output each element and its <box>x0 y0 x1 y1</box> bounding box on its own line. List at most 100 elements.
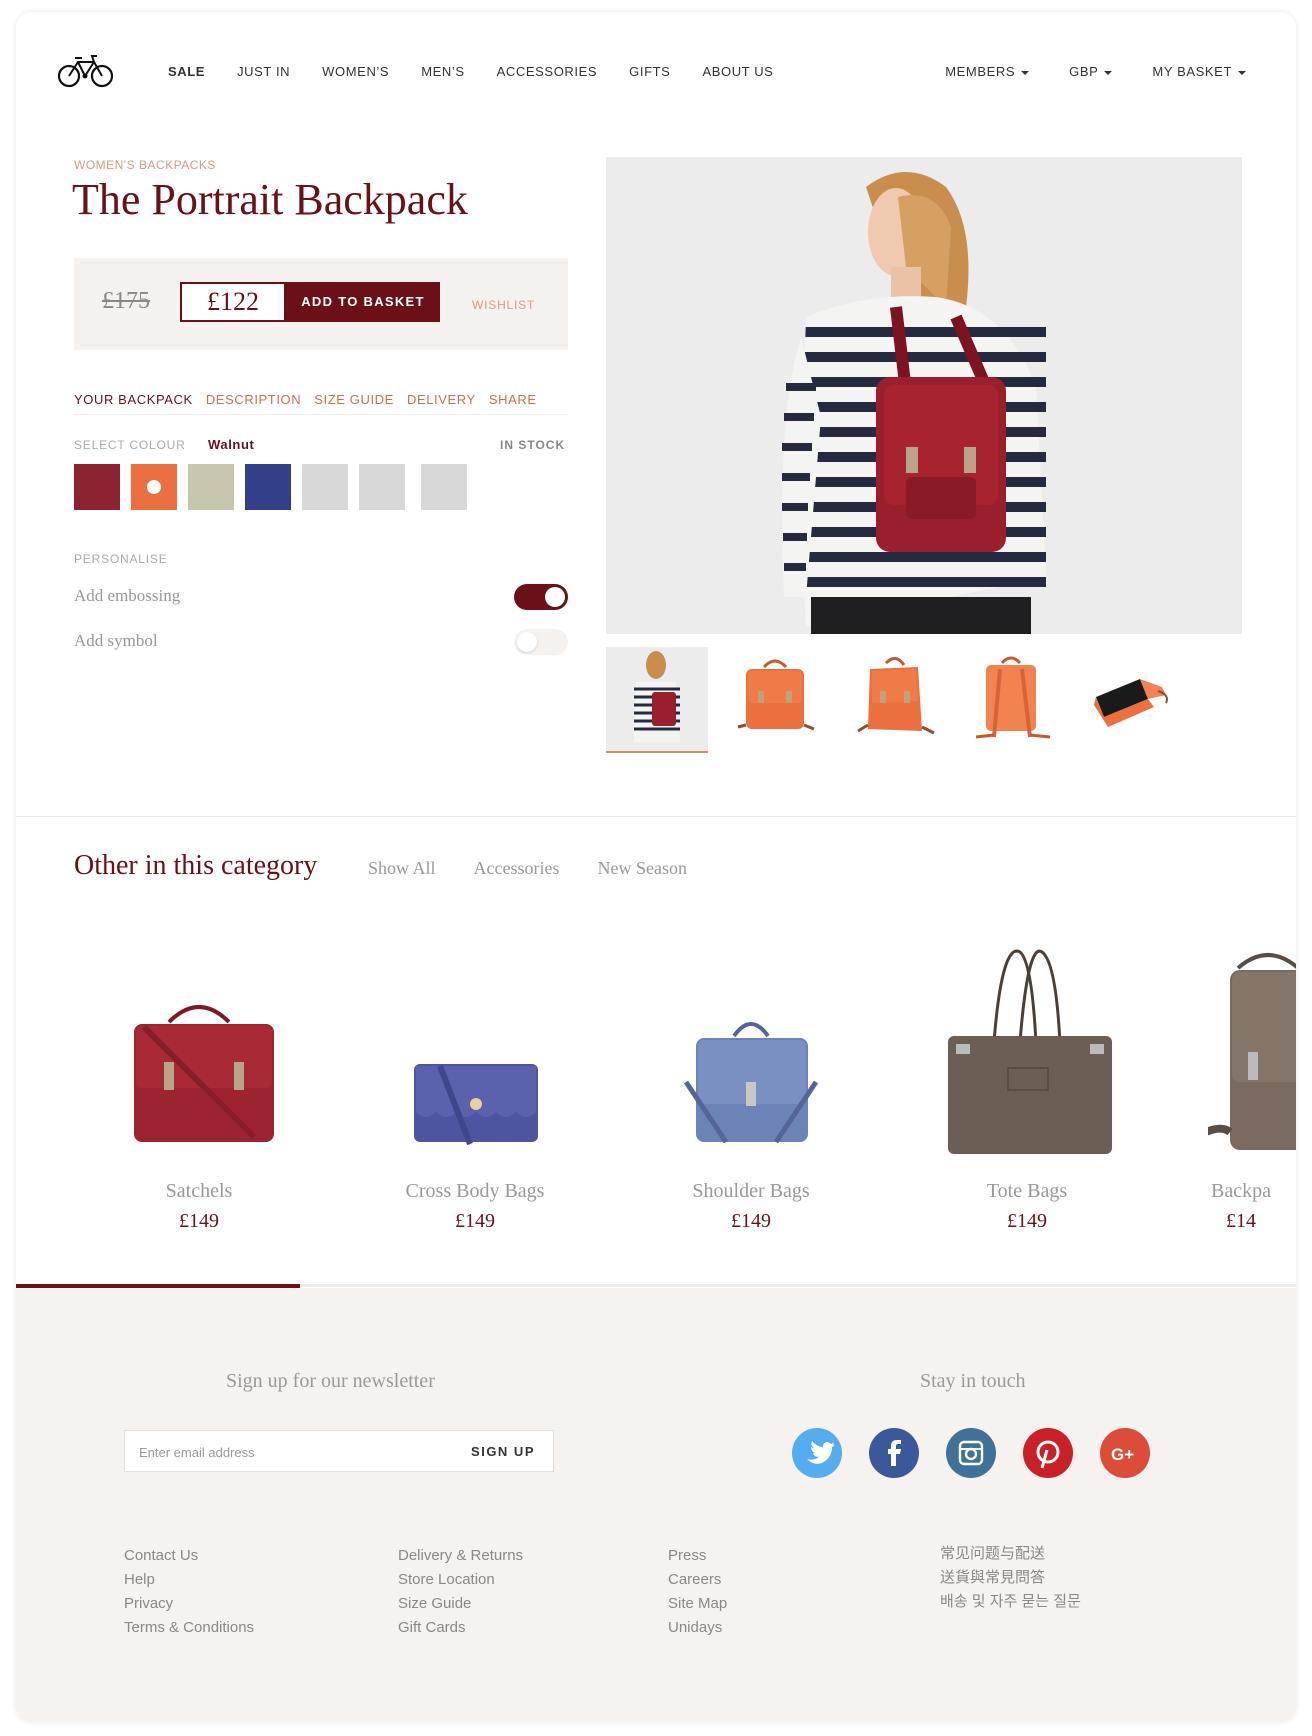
category-filters: Show All Accessories New Season <box>368 858 687 879</box>
product-price: £149 <box>731 1210 771 1232</box>
footer-link-privacy[interactable]: Privacy <box>124 1592 254 1616</box>
nav-about-us[interactable]: ABOUT US <box>702 64 773 79</box>
tab-share[interactable]: SHARE <box>489 392 537 407</box>
colour-swatch[interactable] <box>74 464 120 510</box>
main-nav: SALE JUST IN WOMEN’S MEN’S ACCESSORIES G… <box>168 64 773 79</box>
footer-link-faq-simplified-chinese[interactable]: 常见问题与配送 <box>940 1542 1081 1566</box>
stock-status: IN STOCK <box>500 438 566 452</box>
sign-up-button[interactable]: SIGN UP <box>471 1444 535 1459</box>
selected-dot-icon <box>147 480 161 494</box>
members-dropdown[interactable]: MEMBERS <box>945 64 1030 79</box>
tab-your-backpack[interactable]: YOUR BACKPACK <box>74 392 193 407</box>
tabs-divider <box>74 414 568 415</box>
footer-link-faq-korean[interactable]: 배송 및 자주 묻는 질문 <box>940 1590 1081 1614</box>
product-price: £149 <box>179 1210 219 1232</box>
email-input[interactable] <box>137 1441 441 1463</box>
thumbnail-orange-angle[interactable] <box>842 647 944 751</box>
page-title: The Portrait Backpack <box>72 175 468 224</box>
thumbnail-orange-front[interactable] <box>724 647 826 751</box>
section-divider <box>16 816 1296 817</box>
price-box: £175 £122 ADD TO BASKET WISHLIST <box>74 258 568 350</box>
product-name: Shoulder Bags <box>692 1180 810 1202</box>
embossing-toggle[interactable] <box>514 584 568 610</box>
footer-link-unidays[interactable]: Unidays <box>668 1616 727 1640</box>
personalise-label: PERSONALISE <box>74 552 168 566</box>
backpack-image <box>1208 953 1296 1150</box>
colour-swatch[interactable] <box>302 464 348 510</box>
footer-link-faq-traditional-chinese[interactable]: 送貨與常見問答 <box>940 1566 1081 1590</box>
select-colour-label: SELECT COLOUR <box>74 438 186 452</box>
footer-link-gift-cards[interactable]: Gift Cards <box>398 1616 523 1640</box>
footer-link-site-map[interactable]: Site Map <box>668 1592 727 1616</box>
product-tabs: YOUR BACKPACK DESCRIPTION SIZE GUIDE DEL… <box>74 392 537 407</box>
add-to-basket-button[interactable]: ADD TO BASKET <box>286 282 440 322</box>
breadcrumb-category[interactable]: WOMEN'S BACKPACKS <box>74 158 216 172</box>
footer-link-delivery-returns[interactable]: Delivery & Returns <box>398 1544 523 1568</box>
thumbnail-orange-back[interactable] <box>960 647 1062 751</box>
nav-gifts[interactable]: GIFTS <box>629 64 670 79</box>
nav-sale[interactable]: SALE <box>168 64 205 79</box>
add-embossing-label: Add embossing <box>74 586 181 605</box>
colour-swatch[interactable] <box>188 464 234 510</box>
cross-body-bag-image <box>414 1064 538 1146</box>
footer-link-contact-us[interactable]: Contact Us <box>124 1544 254 1568</box>
filter-accessories[interactable]: Accessories <box>474 858 560 879</box>
instagram-icon[interactable] <box>946 1428 996 1478</box>
tab-delivery[interactable]: DELIVERY <box>407 392 476 407</box>
svg-text:G+: G+ <box>1111 1445 1134 1464</box>
footer: Sign up for our newsletter Stay in touch… <box>16 1288 1296 1722</box>
nav-womens[interactable]: WOMEN’S <box>322 64 389 79</box>
thumbnail-orange-open[interactable] <box>1078 647 1180 751</box>
nav-just-in[interactable]: JUST IN <box>237 64 290 79</box>
google-plus-icon[interactable]: G+ <box>1100 1428 1150 1478</box>
colour-swatch[interactable] <box>421 464 467 510</box>
symbol-toggle[interactable] <box>514 629 568 655</box>
thumbnail-model[interactable] <box>606 647 708 753</box>
footer-link-size-guide[interactable]: Size Guide <box>398 1592 523 1616</box>
product-card-satchels[interactable]: Satchels £149 <box>104 932 294 1252</box>
filter-show-all[interactable]: Show All <box>368 858 436 879</box>
product-name: Tote Bags <box>986 1180 1068 1202</box>
bicycle-logo-icon[interactable] <box>56 50 116 90</box>
members-label: MEMBERS <box>945 64 1016 79</box>
colour-swatch[interactable] <box>245 464 291 510</box>
toggle-knob <box>517 632 537 652</box>
pinterest-icon[interactable] <box>1023 1428 1073 1478</box>
product-hero-image[interactable] <box>606 157 1242 634</box>
product-card-tote-bags[interactable]: Tote Bags £149 <box>932 932 1122 1252</box>
footer-link-press[interactable]: Press <box>668 1544 727 1568</box>
nav-right: MEMBERS GBP MY BASKET <box>945 64 1246 79</box>
add-symbol-label: Add symbol <box>74 631 158 650</box>
twitter-icon[interactable] <box>792 1428 842 1478</box>
product-name: Backpa <box>1211 1180 1271 1202</box>
product-card-backpacks[interactable]: Backpa £14 <box>1208 932 1296 1252</box>
currency-dropdown[interactable]: GBP <box>1069 64 1113 79</box>
footer-link-store-location[interactable]: Store Location <box>398 1568 523 1592</box>
colour-swatch[interactable] <box>359 464 405 510</box>
product-card-cross-body-bags[interactable]: Cross Body Bags £149 <box>380 932 570 1252</box>
tab-description[interactable]: DESCRIPTION <box>206 392 301 407</box>
stay-in-touch-title: Stay in touch <box>920 1370 1026 1392</box>
nav-accessories[interactable]: ACCESSORIES <box>497 64 598 79</box>
footer-column-3: Press Careers Site Map Unidays <box>668 1544 727 1640</box>
facebook-icon[interactable] <box>869 1428 919 1478</box>
old-price: £175 <box>102 288 150 314</box>
page: SALE JUST IN WOMEN’S MEN’S ACCESSORIES G… <box>16 12 1296 1722</box>
wishlist-link[interactable]: WISHLIST <box>472 298 535 312</box>
footer-link-terms[interactable]: Terms & Conditions <box>124 1616 254 1640</box>
selected-colour-name: Walnut <box>208 437 255 452</box>
shoulder-bag-image <box>683 1022 819 1144</box>
filter-new-season[interactable]: New Season <box>598 858 687 879</box>
category-section-title: Other in this category <box>74 850 318 881</box>
footer-column-1: Contact Us Help Privacy Terms & Conditio… <box>124 1544 254 1640</box>
tab-size-guide[interactable]: SIZE GUIDE <box>314 392 394 407</box>
currency-label: GBP <box>1069 64 1099 79</box>
footer-column-2: Delivery & Returns Store Location Size G… <box>398 1544 523 1640</box>
footer-link-help[interactable]: Help <box>124 1568 254 1592</box>
basket-dropdown[interactable]: MY BASKET <box>1152 64 1246 79</box>
chevron-down-icon <box>1104 70 1113 75</box>
nav-mens[interactable]: MEN’S <box>421 64 464 79</box>
product-card-shoulder-bags[interactable]: Shoulder Bags £149 <box>656 932 846 1252</box>
colour-swatch-selected[interactable] <box>131 464 177 510</box>
footer-link-careers[interactable]: Careers <box>668 1568 727 1592</box>
